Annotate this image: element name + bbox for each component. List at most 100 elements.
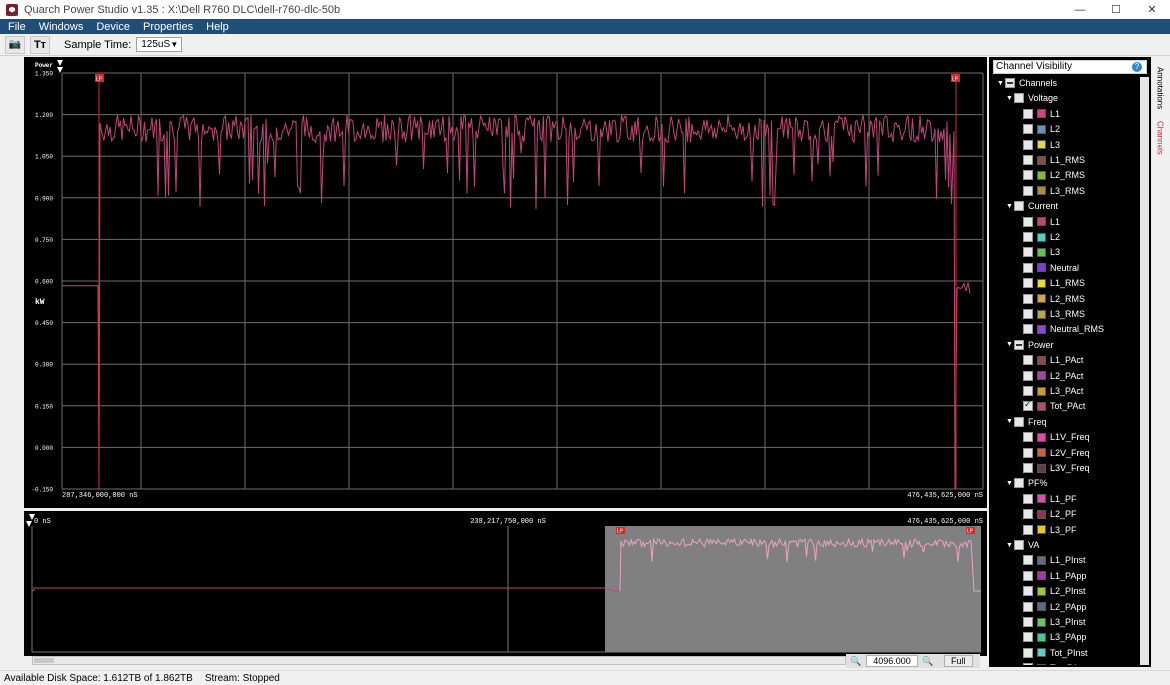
visibility-checkbox[interactable] [1023,355,1033,366]
visibility-checkbox[interactable] [1023,601,1033,612]
zoom-out-icon[interactable]: 🔍 [846,656,866,667]
color-swatch[interactable] [1037,432,1046,442]
color-swatch[interactable] [1037,602,1046,612]
color-swatch[interactable] [1037,355,1046,365]
visibility-checkbox[interactable] [1023,155,1033,165]
tree-row[interactable]: ▼ PF% [1006,477,1048,489]
visibility-checkbox[interactable] [1023,370,1033,381]
color-swatch[interactable] [1037,617,1046,627]
visibility-checkbox[interactable] [1023,399,1033,412]
color-swatch[interactable] [1037,371,1046,381]
tree-row[interactable]: ▼ Voltage [1006,92,1058,104]
visibility-checkbox[interactable] [1023,555,1033,566]
visibility-checkbox[interactable] [1014,540,1024,550]
visibility-checkbox[interactable] [1023,216,1033,227]
visibility-checkbox[interactable] [1014,416,1024,427]
visibility-checkbox[interactable] [1023,247,1033,258]
visibility-checkbox[interactable] [1023,586,1033,597]
text-annotation-button[interactable]: Tт [30,35,50,54]
visibility-checkbox[interactable] [1023,262,1033,273]
tree-row[interactable]: ▼ Channels [997,77,1057,89]
menu-help[interactable]: Help [201,21,234,33]
color-swatch[interactable] [1037,247,1046,257]
visibility-checkbox[interactable] [1023,432,1033,443]
tree-row[interactable]: L2_RMS [1023,169,1085,181]
visibility-checkbox[interactable] [1023,309,1033,319]
minimize-button[interactable]: — [1062,0,1098,19]
visibility-checkbox[interactable] [1023,570,1033,581]
tree-row[interactable]: Neutral_RMS [1023,323,1104,335]
visibility-checkbox[interactable] [1014,478,1024,489]
color-swatch[interactable] [1037,186,1046,196]
visibility-checkbox[interactable] [1014,93,1024,104]
caret-down-icon[interactable]: ▼ [1006,542,1014,549]
color-swatch[interactable] [1037,525,1046,535]
tree-row[interactable]: ▼ Freq [1006,416,1047,428]
visibility-checkbox[interactable] [1014,339,1024,350]
zoom-value-field[interactable]: 4096.000 [866,655,918,667]
caret-down-icon[interactable]: ▼ [997,80,1005,87]
visibility-checkbox[interactable] [1023,663,1033,665]
tree-row[interactable]: L2_PAct [1023,370,1083,382]
tree-row[interactable]: L2 [1023,123,1060,135]
tree-row[interactable]: L1 [1023,108,1060,120]
caret-down-icon[interactable]: ▼ [1006,95,1014,102]
color-swatch[interactable] [1037,463,1046,473]
color-swatch[interactable] [1037,278,1046,288]
tab-channels[interactable]: Channels [1153,117,1167,159]
tab-annotations[interactable]: Annotations [1153,63,1167,113]
sample-time-select[interactable]: 125uS ▼ [136,37,183,52]
tree-row[interactable]: L1_PInst [1023,554,1086,566]
screenshot-button[interactable]: 📷 [5,35,25,54]
color-swatch[interactable] [1037,555,1046,565]
tree-row[interactable]: L3 [1023,246,1060,258]
tree-row[interactable]: L2 [1023,231,1060,243]
color-swatch[interactable] [1037,109,1046,119]
tree-row[interactable]: L1_PF [1023,493,1077,505]
visibility-checkbox[interactable] [1023,170,1033,181]
close-button[interactable]: ✕ [1134,0,1170,19]
overview-scrollbar[interactable] [32,656,846,665]
color-swatch[interactable] [1037,232,1046,242]
tree-row[interactable]: ▼ VA [1006,539,1039,551]
tree-row[interactable]: L3_PF [1023,524,1077,536]
visibility-checkbox[interactable] [1023,232,1033,242]
visibility-checkbox[interactable] [1023,632,1033,643]
visibility-checkbox[interactable] [1023,324,1033,335]
tree-row[interactable]: L3_PAct [1023,385,1083,397]
scrollbar-thumb[interactable] [34,658,54,663]
tree-row[interactable]: L3_RMS [1023,185,1085,197]
visibility-checkbox[interactable] [1014,201,1024,212]
visibility-checkbox[interactable] [1005,78,1015,88]
color-swatch[interactable] [1037,586,1046,596]
tree-row[interactable]: L2_PF [1023,508,1077,520]
color-swatch[interactable] [1037,401,1046,411]
channel-tree-scrollbar[interactable] [1140,77,1149,665]
visibility-checkbox[interactable] [1023,509,1033,520]
visibility-checkbox[interactable] [1023,293,1033,304]
tree-row[interactable]: L1_PAct [1023,354,1083,366]
menu-windows[interactable]: Windows [34,21,89,33]
tree-row[interactable]: L2_PInst [1023,585,1086,597]
tree-row[interactable]: L3V_Freq [1023,462,1090,474]
color-swatch[interactable] [1037,124,1046,134]
tree-row[interactable]: L1 [1023,216,1060,228]
visibility-checkbox[interactable] [1023,278,1033,289]
tree-row[interactable]: ▼ Current [1006,200,1058,212]
help-icon[interactable]: ? [1132,62,1142,72]
caret-down-icon[interactable]: ▼ [1006,341,1014,348]
tree-row[interactable]: Tot_PInst [1023,647,1088,659]
visibility-checkbox[interactable] [1023,139,1033,150]
visibility-checkbox[interactable] [1023,124,1033,135]
tree-row[interactable]: L1_RMS [1023,277,1085,289]
tree-row[interactable]: Tot_PApp [1023,662,1088,665]
color-swatch[interactable] [1037,155,1046,165]
tree-row[interactable]: L2V_Freq [1023,447,1090,459]
visibility-checkbox[interactable] [1023,185,1033,196]
zoom-in-icon[interactable]: 🔍 [918,656,938,667]
visibility-checkbox[interactable] [1023,647,1033,658]
tree-row[interactable]: L1V_Freq [1023,431,1090,443]
visibility-checkbox[interactable] [1023,617,1033,627]
tree-row[interactable]: L3_PApp [1023,631,1086,643]
color-swatch[interactable] [1037,170,1046,180]
